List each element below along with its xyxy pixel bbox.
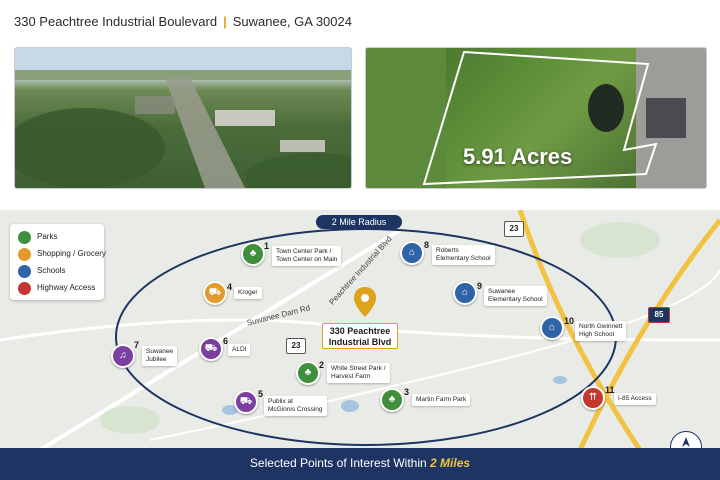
water xyxy=(341,400,359,412)
poi-number: 7 xyxy=(134,340,140,350)
subject-location-pin-icon xyxy=(354,287,376,317)
tree-icon[interactable]: ♣ xyxy=(241,242,265,266)
poi-line1: ALDI xyxy=(232,346,247,353)
poi-number: 9 xyxy=(477,281,483,291)
poi-label-town-center-park: Town Center Park / Town Center on Main xyxy=(272,246,342,266)
tree-canopy xyxy=(15,108,165,188)
legend-label: Highway Access xyxy=(37,283,96,292)
poi-line2: High School xyxy=(579,331,615,338)
poi-line2: McGinnis Crossing xyxy=(268,406,323,413)
poi-label-kroger: Kroger xyxy=(234,287,262,299)
subject-line1: 330 Peachtree xyxy=(329,326,391,336)
highway-icon[interactable]: ⇈ xyxy=(581,386,605,410)
building-roof xyxy=(280,140,325,152)
poi-label-north-gwinnett-high: North Gwinnett High School xyxy=(575,321,627,341)
acreage-label: 5.91 Acres xyxy=(463,144,573,169)
footer-highlight: 2 Miles xyxy=(430,456,471,470)
poi-line1: Town Center Park / xyxy=(276,248,332,255)
poi-line1: I-85 Access xyxy=(618,395,652,402)
poi-line2: Harvest Farm xyxy=(331,373,371,380)
tree-canopy xyxy=(245,153,351,188)
green-area xyxy=(100,406,160,434)
poi-label-i85-access: I-85 Access xyxy=(614,393,656,405)
north-arrow-icon xyxy=(682,437,690,447)
route-23-shield: 23 xyxy=(286,338,306,354)
aerial-neighborhood-illustration xyxy=(15,48,351,188)
highway-icon xyxy=(18,282,31,295)
poi-number: 5 xyxy=(258,389,264,399)
address-line: 330 Peachtree Industrial Boulevard | Suwan… xyxy=(14,14,352,29)
green-area xyxy=(580,222,660,258)
water xyxy=(553,376,567,384)
street-address: 330 Peachtree Industrial Boulevard xyxy=(14,14,218,29)
school-icon xyxy=(18,265,31,278)
poi-label-aldi: ALDI xyxy=(228,344,251,356)
header: 330 Peachtree Industrial Boulevard | Suwan… xyxy=(0,0,720,44)
tree-icon[interactable]: ♣ xyxy=(296,361,320,385)
field xyxy=(366,48,446,188)
radius-label: 2 Mile Radius xyxy=(316,215,402,229)
poi-number: 3 xyxy=(404,387,410,397)
poi-line1: Suwanee xyxy=(146,348,174,355)
poi-label-roberts-elementary: Roberts Elementary School xyxy=(432,245,495,265)
poi-number: 10 xyxy=(564,316,575,326)
poi-line1: Martin Farm Park xyxy=(416,396,467,403)
poi-number: 4 xyxy=(227,282,233,292)
map-legend: Parks Shopping / Grocery Schools Highway… xyxy=(10,224,106,300)
aerial-photo-neighborhood xyxy=(14,47,352,189)
poi-label-martin-farm-park: Martin Farm Park xyxy=(412,394,471,406)
pond xyxy=(588,84,624,132)
interstate-85-shield: 85 xyxy=(648,307,670,323)
footer-text: Selected Points of Interest Within 2 Mil… xyxy=(0,456,720,470)
poi-line2: Town Center on Main xyxy=(276,256,338,263)
poi-line2: Elementary School xyxy=(488,296,543,303)
school-icon[interactable]: ⌂ xyxy=(400,241,424,265)
warehouse-roof xyxy=(215,110,275,126)
legend-label: Shopping / Grocery xyxy=(37,249,106,258)
apartment-roof xyxy=(646,98,686,138)
subject-property-label: 330 Peachtree Industrial Blvd xyxy=(322,323,398,349)
poi-number: 1 xyxy=(264,241,270,251)
poi-label-publix: Publix at McGinnis Crossing xyxy=(264,396,327,416)
poi-number: 2 xyxy=(319,360,325,370)
cart-icon[interactable]: ⛟ xyxy=(203,281,227,305)
aerial-photo-parcel: 5.91 Acres xyxy=(365,47,707,189)
legend-label: Parks xyxy=(37,232,58,241)
address-separator: | xyxy=(223,14,227,29)
poi-label-white-street-park: White Street Park / Harvest Farm xyxy=(327,363,390,383)
tree-icon xyxy=(18,231,31,244)
legend-label: Schools xyxy=(37,266,66,275)
poi-number: 8 xyxy=(424,240,430,250)
music-venue-icon[interactable]: ♫ xyxy=(111,344,135,368)
poi-line1: White Street Park / xyxy=(331,365,386,372)
neighborhood-rooftops xyxy=(135,96,175,114)
cart-icon[interactable]: ⛟ xyxy=(199,337,223,361)
city-state-zip: Suwanee, GA 30024 xyxy=(232,14,352,29)
poi-line1: Publix at xyxy=(268,398,293,405)
highway-corridor xyxy=(165,78,245,188)
cart-icon[interactable]: ⛟ xyxy=(234,390,258,414)
subject-line2: Industrial Blvd xyxy=(328,337,392,347)
poi-line2: Elementary School xyxy=(436,255,491,262)
poi-line1: Suwanee xyxy=(488,288,516,295)
cart-icon xyxy=(18,248,31,261)
poi-line2: Jubilee xyxy=(146,356,167,363)
school-icon[interactable]: ⌂ xyxy=(453,281,477,305)
school-icon[interactable]: ⌂ xyxy=(540,316,564,340)
poi-line1: North Gwinnett xyxy=(579,323,623,330)
poi-line1: Roberts xyxy=(436,247,459,254)
poi-line1: Kroger xyxy=(238,289,258,296)
footer-caption: Selected Points of Interest Within xyxy=(249,456,427,470)
tree-icon[interactable]: ♣ xyxy=(380,388,404,412)
poi-label-suwanee-jubilee: Suwanee Jubilee xyxy=(142,346,178,366)
route-23-shield: 23 xyxy=(504,221,524,237)
sky xyxy=(15,48,351,70)
poi-label-suwanee-elementary: Suwanee Elementary School xyxy=(484,286,547,306)
footer-banner: Selected Points of Interest Within 2 Mil… xyxy=(0,448,720,480)
